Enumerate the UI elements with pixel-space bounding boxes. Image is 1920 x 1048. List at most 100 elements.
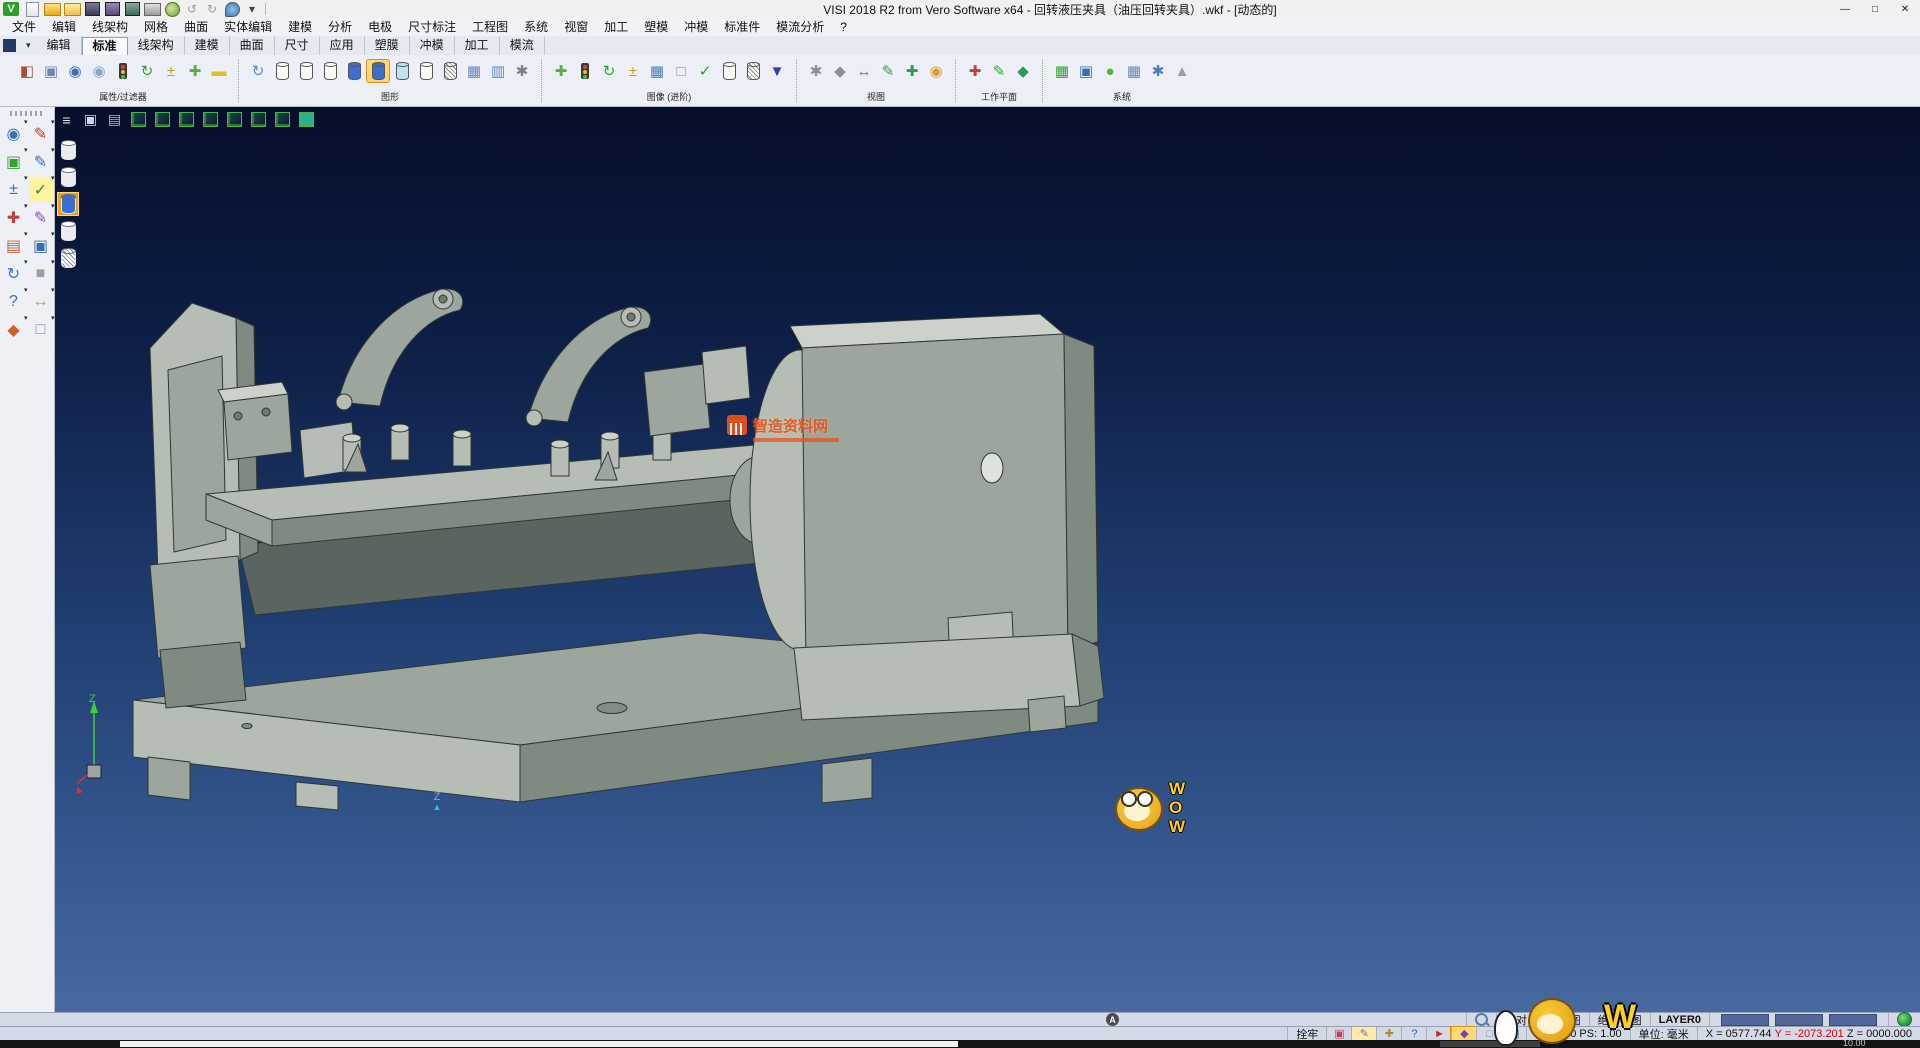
menu-item[interactable]: 冲模 — [676, 18, 716, 36]
shaded-view-icon[interactable] — [297, 110, 316, 129]
capture-icon[interactable]: □ — [1476, 1027, 1501, 1040]
image-hatch-cylinder-icon[interactable] — [742, 60, 764, 82]
regenerate-icon[interactable]: ↻ — [247, 60, 269, 82]
toolbar-grip[interactable] — [10, 111, 44, 116]
image-add-icon[interactable]: ✚ — [550, 60, 572, 82]
menu-item[interactable]: 尺寸标注 — [400, 18, 464, 36]
outline-cylinder-icon[interactable] — [415, 60, 437, 82]
viewport-menu-icon[interactable]: ≡ — [57, 110, 76, 129]
layer-hatch-icon[interactable] — [58, 247, 78, 269]
minimize-button[interactable]: — — [1830, 1, 1860, 18]
layer-outline-icon[interactable] — [58, 220, 78, 242]
hidden-line-cylinder-icon[interactable] — [295, 60, 317, 82]
verify-image-icon[interactable]: ✓ — [694, 60, 716, 82]
globe-cell[interactable] — [1888, 1013, 1920, 1026]
menu-item[interactable]: 标准件 — [716, 18, 768, 36]
hide-all-icon[interactable]: ▬ — [208, 60, 230, 82]
wireframe-cylinder-icon[interactable] — [271, 60, 293, 82]
undo-icon[interactable]: ↺ — [183, 1, 201, 17]
workplane-axes-icon[interactable]: ✚ — [964, 60, 986, 82]
redo-icon[interactable]: ↻ — [203, 1, 221, 17]
delete-sketch-icon[interactable]: ✎ — [29, 122, 53, 146]
monitor-icon[interactable]: ▣ — [1075, 60, 1097, 82]
save-as-icon[interactable] — [103, 1, 121, 17]
image-toggle-icon[interactable]: ± — [622, 60, 644, 82]
white-panel-icon[interactable]: □ — [670, 60, 692, 82]
section-view-icon[interactable]: ▥ — [487, 60, 509, 82]
search-cell[interactable] — [1466, 1013, 1496, 1026]
zoom-filter-icon[interactable]: ◉ — [2, 122, 26, 146]
save-icon[interactable] — [83, 1, 101, 17]
solid-cube-icon[interactable]: ■ — [29, 262, 53, 286]
layer-hidden-icon[interactable] — [58, 166, 78, 188]
move-triad-icon[interactable]: ✚ — [2, 206, 26, 230]
image-filter-traffic-icon[interactable] — [574, 60, 596, 82]
layer-shaded-icon[interactable] — [58, 193, 78, 215]
show-all-icon[interactable]: ✚ — [184, 60, 206, 82]
ribbon-tab[interactable]: 标准 — [82, 37, 128, 55]
dashed-hidden-cylinder-icon[interactable] — [319, 60, 341, 82]
view-mode[interactable]: 绝对视图 — [1589, 1013, 1650, 1026]
context-help-icon[interactable]: ? — [1401, 1027, 1426, 1040]
hide-entities-icon[interactable]: ◉ — [88, 60, 110, 82]
bottom-view-icon[interactable] — [273, 110, 292, 129]
transparent-cylinder-icon[interactable] — [391, 60, 413, 82]
quick-access-dropdown-icon[interactable]: ▾ — [243, 1, 261, 17]
refresh-view-icon[interactable]: ↻ — [2, 262, 26, 286]
show-entities-icon[interactable]: ◉ — [64, 60, 86, 82]
menu-item[interactable]: 加工 — [596, 18, 636, 36]
menu-item[interactable]: 实体编辑 — [216, 18, 280, 36]
image-refresh-icon[interactable]: ↻ — [598, 60, 620, 82]
measure-distance-icon[interactable]: ↔ — [29, 290, 53, 314]
workplane-edit-icon[interactable]: ✎ — [988, 60, 1010, 82]
menu-item[interactable]: 线架构 — [84, 18, 136, 36]
macro-icon[interactable] — [223, 1, 241, 17]
menu-item[interactable]: 模流分析 — [768, 18, 832, 36]
close-button[interactable]: ✕ — [1890, 1, 1920, 18]
status-field[interactable] — [1775, 1014, 1823, 1026]
viewport-3d[interactable]: ≡▣▤ Z Z ▲ — [55, 107, 1920, 1012]
filter-traffic-light-icon[interactable] — [112, 60, 134, 82]
menu-item[interactable]: 视窗 — [556, 18, 596, 36]
open-file-icon[interactable] — [43, 1, 61, 17]
view-orientation[interactable]: 绝对 XY 上视图 — [1496, 1013, 1589, 1026]
view-face-icon[interactable]: ◉ — [925, 60, 947, 82]
toggle-visibility-icon[interactable]: ± — [160, 60, 182, 82]
hatched-cylinder-icon[interactable] — [439, 60, 461, 82]
menu-item[interactable]: ? — [832, 18, 855, 36]
material-sphere-icon[interactable]: ● — [1099, 60, 1121, 82]
ribbon-tab[interactable]: 冲模 — [410, 36, 455, 55]
menu-item[interactable]: 建模 — [280, 18, 320, 36]
front-view-icon[interactable] — [153, 110, 172, 129]
tile-windows-icon[interactable]: ▦ — [1501, 1027, 1526, 1040]
ribbon-tab[interactable]: 塑膜 — [365, 36, 410, 55]
shaded-cylinder-icon[interactable] — [343, 60, 365, 82]
ribbon-tab[interactable]: 编辑 — [37, 36, 82, 55]
cylinder-group-icon[interactable]: ▦ — [463, 60, 485, 82]
menu-item[interactable]: 工程图 — [464, 18, 516, 36]
right-view-icon[interactable] — [225, 110, 244, 129]
cad-model[interactable] — [55, 107, 1920, 1012]
view-tools-icon[interactable]: ✱ — [805, 60, 827, 82]
zoom-scale-icon[interactable]: ± — [2, 178, 26, 202]
display-settings-icon[interactable]: ✱ — [511, 60, 533, 82]
snap-box-icon[interactable]: ◆ — [1451, 1027, 1476, 1040]
back-view-icon[interactable] — [177, 110, 196, 129]
status-field[interactable] — [1721, 1014, 1769, 1026]
cone-icon[interactable]: ▼ — [766, 60, 788, 82]
menu-item[interactable]: 塑模 — [636, 18, 676, 36]
freehand-sketch-icon[interactable]: ✎ — [29, 206, 53, 230]
print-icon[interactable] — [143, 1, 161, 17]
export-part-icon[interactable]: ► — [1426, 1027, 1451, 1040]
curve-sketch-icon[interactable]: ✎ — [29, 150, 53, 174]
view-cube-icon[interactable]: ◆ — [829, 60, 851, 82]
paint-properties-icon[interactable]: ◧ — [16, 60, 38, 82]
ribbon-tab[interactable]: 尺寸 — [275, 36, 320, 55]
copy-properties-icon[interactable]: ▣ — [40, 60, 62, 82]
new-file-icon[interactable] — [23, 1, 41, 17]
left-view-icon[interactable] — [201, 110, 220, 129]
tab-dropdown-icon[interactable]: ▾ — [20, 40, 37, 51]
lock-toggle[interactable]: 拴牢 — [1287, 1027, 1326, 1040]
color-grid-icon[interactable]: ▦ — [1051, 60, 1073, 82]
menu-item[interactable]: 网格 — [136, 18, 176, 36]
